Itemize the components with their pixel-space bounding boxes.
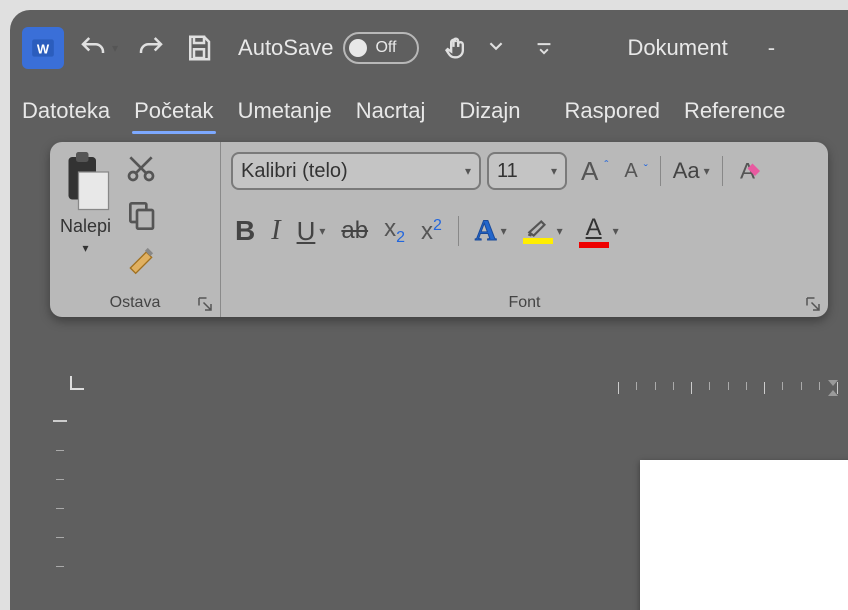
- autosave-toggle-area: AutoSave Off: [238, 32, 419, 64]
- autosave-state: Off: [375, 39, 396, 57]
- chevron-down-icon: ▾: [551, 164, 557, 178]
- clipboard-group: Nalepi ▾ Ostava: [50, 142, 220, 317]
- copy-button[interactable]: [125, 198, 157, 230]
- qat-overflow-button[interactable]: [531, 35, 557, 61]
- autosave-toggle[interactable]: Off: [343, 32, 419, 64]
- font-size-select[interactable]: 11 ▾: [487, 152, 567, 190]
- change-case-button[interactable]: Aa ▾: [673, 158, 710, 184]
- tab-insert[interactable]: Umetanje: [236, 94, 334, 128]
- highlight-dropdown-icon[interactable]: ▾: [557, 224, 563, 238]
- clipboard-group-label: Ostava: [110, 294, 161, 312]
- font-name-select[interactable]: Kalibri (telo) ▾: [231, 152, 481, 190]
- tab-design[interactable]: Dizajn: [457, 94, 522, 128]
- touch-mode-dropdown[interactable]: [489, 39, 503, 58]
- shrink-font-button[interactable]: Aˇ: [624, 160, 647, 183]
- svg-text:W: W: [37, 41, 50, 56]
- paste-dropdown-icon[interactable]: ▾: [83, 241, 89, 255]
- vertical-ruler[interactable]: [50, 420, 70, 610]
- format-painter-button[interactable]: [125, 244, 157, 276]
- font-size-value: 11: [497, 160, 518, 183]
- ruler-corner-icon: [70, 376, 84, 390]
- font-color-dropdown-icon[interactable]: ▾: [613, 224, 619, 238]
- underline-dropdown-icon[interactable]: ▾: [319, 224, 325, 238]
- font-color-button[interactable]: A ▾: [579, 214, 619, 248]
- text-effects-button[interactable]: A ▾: [475, 214, 507, 248]
- font-dialog-launcher[interactable]: [804, 295, 822, 313]
- ribbon-tab-strip: Datoteka Početak Umetanje Nacrtaj Dizajn…: [10, 86, 848, 136]
- undo-button[interactable]: ▾: [74, 29, 122, 67]
- tab-draw[interactable]: Nacrtaj: [354, 94, 428, 128]
- paste-button[interactable]: Nalepi ▾: [60, 152, 111, 255]
- font-color-icon: A: [579, 214, 609, 248]
- underline-button[interactable]: U ▾: [297, 216, 326, 247]
- horizontal-ruler[interactable]: [70, 376, 848, 400]
- clear-formatting-button[interactable]: A: [735, 156, 765, 186]
- tab-file[interactable]: Datoteka: [20, 94, 112, 128]
- ruler-ticks: [618, 382, 838, 396]
- clipboard-dialog-launcher[interactable]: [196, 295, 214, 313]
- touch-mode-button[interactable]: [439, 30, 475, 66]
- clipboard-icon: [61, 152, 111, 212]
- font-name-value: Kalibri (telo): [241, 160, 348, 183]
- title-bar: W ▾ AutoSave Off Dokument -: [10, 10, 848, 86]
- text-effects-dropdown-icon[interactable]: ▾: [501, 224, 507, 238]
- title-suffix: -: [768, 35, 775, 61]
- italic-button[interactable]: I: [271, 215, 280, 247]
- paste-label: Nalepi: [60, 216, 111, 237]
- highlight-icon: [523, 218, 553, 244]
- word-app-icon[interactable]: W: [22, 27, 64, 69]
- bold-button[interactable]: B: [235, 215, 255, 247]
- grow-font-button[interactable]: Aˆ: [581, 156, 608, 187]
- font-group: Kalibri (telo) ▾ 11 ▾ Aˆ Aˇ A: [220, 142, 828, 317]
- highlight-button[interactable]: ▾: [523, 218, 563, 244]
- autosave-label: AutoSave: [238, 35, 333, 61]
- chevron-down-icon: ▾: [465, 164, 471, 178]
- strikethrough-button[interactable]: ab: [341, 217, 368, 245]
- save-button[interactable]: [180, 29, 218, 67]
- superscript-button[interactable]: x2: [421, 217, 442, 246]
- font-group-label: Font: [508, 294, 540, 312]
- document-page[interactable]: [640, 460, 848, 610]
- cut-button[interactable]: [125, 152, 157, 184]
- redo-button[interactable]: [132, 29, 170, 67]
- undo-dropdown-icon[interactable]: ▾: [112, 41, 118, 55]
- toggle-thumb: [349, 39, 367, 57]
- ribbon-panel: Nalepi ▾ Ostava: [50, 142, 828, 317]
- document-title: Dokument: [627, 35, 727, 61]
- indent-marker[interactable]: [826, 378, 840, 398]
- tab-references[interactable]: Reference: [682, 94, 788, 128]
- tab-layout[interactable]: Raspored: [563, 94, 662, 128]
- app-window: W ▾ AutoSave Off Dokument -: [10, 10, 848, 610]
- subscript-button[interactable]: x2: [384, 215, 405, 247]
- document-area: [20, 370, 848, 610]
- tab-home[interactable]: Početak: [132, 94, 216, 128]
